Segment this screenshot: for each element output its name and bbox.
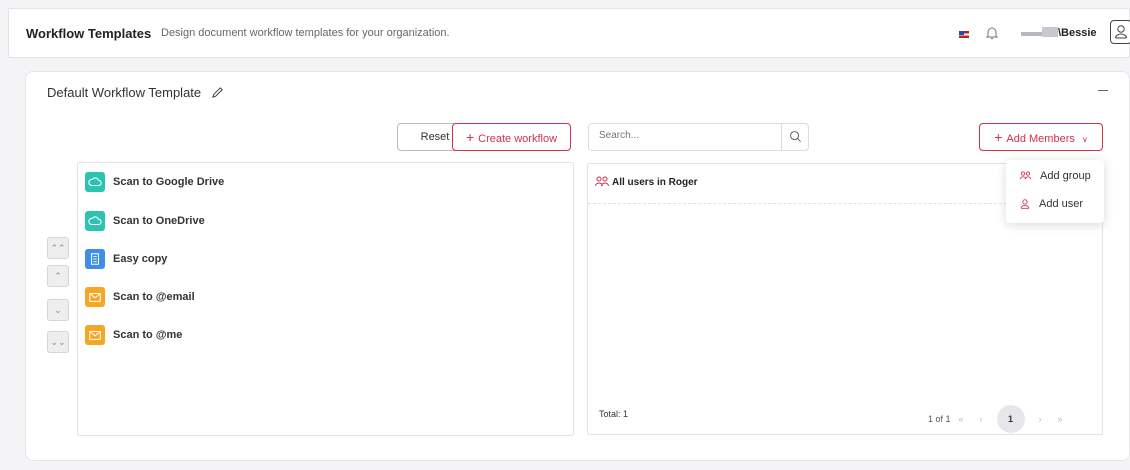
workflow-label: Scan to @email: [113, 291, 195, 303]
workflow-item[interactable]: Easy copy: [85, 249, 167, 269]
last-page-icon[interactable]: »: [1058, 414, 1063, 424]
create-workflow-button[interactable]: + Create workflow: [452, 123, 571, 151]
group-icon: [1019, 171, 1032, 180]
pencil-icon[interactable]: [211, 86, 224, 99]
cloud-icon: [85, 172, 105, 192]
user-icon: [1115, 25, 1127, 39]
search-icon[interactable]: [789, 130, 802, 143]
first-page-icon[interactable]: «: [959, 414, 964, 424]
bell-icon[interactable]: [985, 25, 999, 41]
add-group-item[interactable]: Add group: [1019, 170, 1091, 182]
move-top-button[interactable]: ⌃⌃: [47, 237, 69, 259]
template-title-text: Default Workflow Template: [47, 85, 202, 100]
move-up-button[interactable]: ⌃: [47, 265, 69, 287]
pagination: 1 of 1 « ‹ 1 › »: [928, 405, 1071, 433]
minimize-icon[interactable]: [1098, 90, 1108, 91]
cloud-icon: [85, 211, 105, 231]
account-redacted-2: [1042, 27, 1058, 37]
member-label: All users in Roger: [612, 177, 698, 188]
workflow-item[interactable]: Scan to Google Drive: [85, 172, 224, 192]
chevron-down-icon: ∨: [1081, 135, 1088, 144]
page-subtitle: Design document workflow templates for y…: [161, 27, 450, 39]
move-bottom-button[interactable]: ⌄⌄: [47, 331, 69, 353]
user-profile-button[interactable]: [1110, 20, 1130, 44]
create-workflow-label: Create workflow: [478, 133, 558, 145]
workflow-label: Scan to OneDrive: [113, 215, 205, 227]
move-down-button[interactable]: ⌄: [47, 299, 69, 321]
template-panel: Default Workflow Template Reset + Create …: [25, 71, 1130, 461]
workflow-item[interactable]: Scan to @me: [85, 325, 182, 345]
add-members-menu: Add group Add user: [1006, 160, 1104, 223]
top-bar: Workflow Templates Design document workf…: [8, 8, 1130, 58]
workflow-list: Scan to Google Drive Scan to OneDrive Ea…: [77, 162, 574, 436]
total-count: Total: 1: [599, 409, 629, 419]
group-icon: [595, 176, 609, 187]
workflow-item[interactable]: Scan to OneDrive: [85, 211, 205, 231]
add-members-button[interactable]: + Add Members ∨: [979, 123, 1103, 151]
page-title: Workflow Templates: [26, 26, 152, 41]
plus-icon: +: [994, 129, 1003, 145]
search-divider: [781, 124, 782, 150]
document-icon: [85, 249, 105, 269]
next-page-icon[interactable]: ›: [1039, 414, 1042, 424]
search-input[interactable]: [599, 130, 779, 141]
add-user-item[interactable]: Add user: [1019, 198, 1083, 210]
prev-page-icon[interactable]: ‹: [980, 414, 983, 424]
add-group-label: Add group: [1040, 170, 1091, 182]
page-number-button[interactable]: 1: [996, 405, 1025, 433]
page-info: 1 of 1: [928, 414, 951, 424]
add-members-label: Add Members: [1006, 133, 1075, 145]
user-icon: [1020, 199, 1030, 209]
template-title: Default Workflow Template: [47, 85, 224, 100]
workflow-label: Scan to Google Drive: [113, 176, 225, 188]
email-icon: [85, 325, 105, 345]
workflow-item[interactable]: Scan to @email: [85, 287, 195, 307]
us-flag-icon[interactable]: [959, 31, 969, 38]
member-search[interactable]: [588, 123, 809, 151]
account-name[interactable]: \Bessie: [1058, 27, 1097, 39]
workflow-label: Easy copy: [113, 253, 168, 265]
add-user-label: Add user: [1039, 198, 1084, 210]
plus-icon: +: [465, 129, 475, 145]
email-icon: [85, 287, 105, 307]
workflow-label: Scan to @me: [113, 329, 183, 341]
